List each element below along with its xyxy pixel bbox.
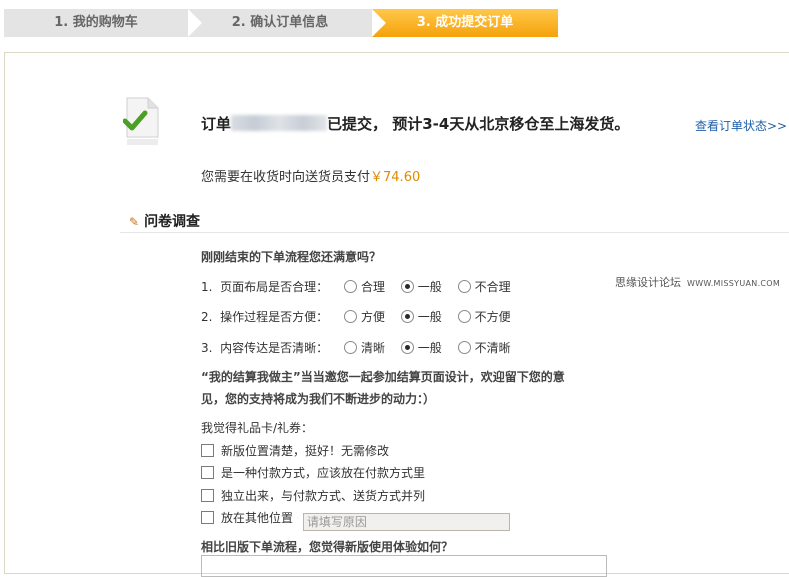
radio-button[interactable] (457, 280, 471, 293)
step-arrow (372, 9, 386, 37)
view-order-status-link[interactable]: 查看订单状态>> (695, 117, 787, 134)
survey-title: ✎ 问卷调查 (129, 214, 201, 230)
radio-button[interactable] (343, 310, 357, 323)
invite-text-line2: 见，您的支持将成为我们不断进步的动力：） (201, 392, 436, 406)
checkbox-row: 独立出来，与付款方式、送货方式并列 (201, 487, 425, 504)
step-arrow (188, 9, 202, 37)
other-reason-input[interactable]: 请填写原因 (302, 513, 510, 531)
divider (120, 232, 789, 233)
feedback-textarea[interactable] (201, 555, 607, 577)
survey-row-clarity: 3. 内容传达是否清晰： 清晰 一般 不清晰 (201, 341, 511, 355)
checkout-progress: 1. 我的购物车 2. 确认订单信息 3. 成功提交订单 (4, 9, 564, 37)
radio-button[interactable] (400, 280, 414, 293)
step-cart: 1. 我的购物车 (4, 9, 188, 37)
compare-question: 相比旧版下单流程，您觉得新版使用体验如何？ (201, 540, 454, 554)
survey-question: 刚刚结束的下单流程您还满意吗？ (201, 250, 382, 264)
payment-amount: ￥74.60 (370, 170, 421, 185)
radio-button[interactable] (457, 341, 471, 354)
radio-button[interactable] (400, 341, 414, 354)
radio-button[interactable] (343, 341, 357, 354)
order-number-blurred (231, 115, 328, 131)
checkbox-row: 放在其他位置 请填写原因 (201, 509, 510, 531)
edit-icon: ✎ (129, 215, 140, 229)
checkbox[interactable] (201, 444, 214, 457)
radio-button[interactable] (457, 310, 471, 323)
checkbox[interactable] (201, 489, 214, 502)
survey-row-operation: 2. 操作过程是否方便： 方便 一般 不方便 (201, 310, 511, 324)
payment-message: 您需要在收货时向送货员支付￥74.60 (201, 170, 421, 185)
success-doc-icon (123, 97, 159, 145)
checkbox-row: 是一种付款方式，应该放在付款方式里 (201, 464, 425, 481)
step-submitted: 3. 成功提交订单 (372, 9, 558, 37)
step-confirm: 2. 确认订单信息 (188, 9, 372, 37)
radio-button[interactable] (400, 310, 414, 323)
radio-button[interactable] (343, 280, 357, 293)
giftcard-label: 我觉得礼品卡/礼券： (201, 421, 314, 435)
invite-text-line1: “我的结算我做主”当当邀您一起参加结算页面设计，欢迎留下您的意 (201, 370, 565, 384)
checkbox[interactable] (201, 511, 214, 524)
survey-row-layout: 1. 页面布局是否合理： 合理 一般 不合理 (201, 280, 511, 294)
watermark: 思缘设计论坛 WWW.MISSYUAN.COM (615, 276, 781, 289)
checkbox-row: 新版位置清楚，挺好！无需修改 (201, 442, 389, 459)
order-submitted-message: 订单 已提交， 预计3-4天从北京移仓至上海发货。 (201, 115, 630, 133)
checkbox[interactable] (201, 466, 214, 479)
